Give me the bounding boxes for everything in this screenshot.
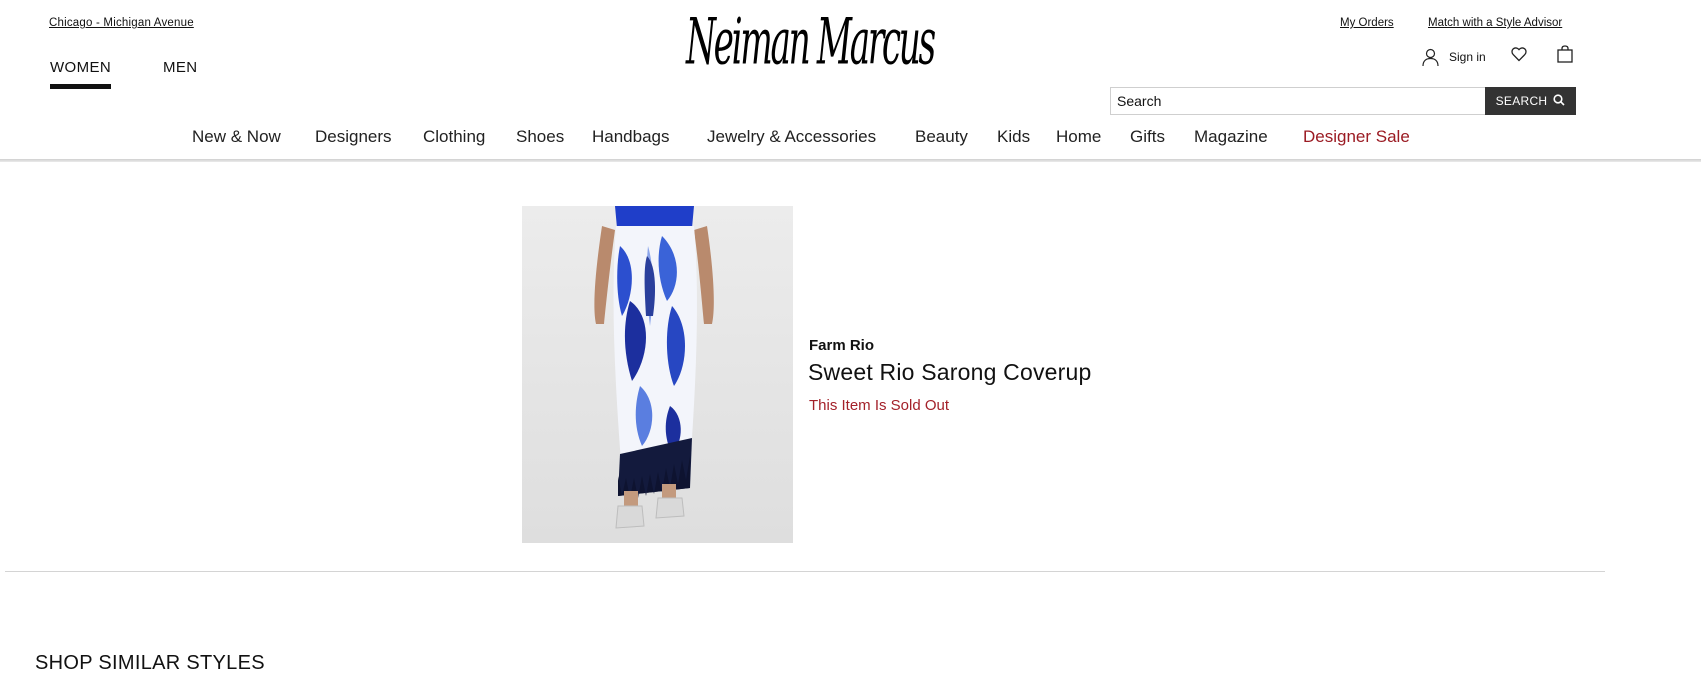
product-brand[interactable]: Farm Rio xyxy=(809,337,874,354)
product-name: Sweet Rio Sarong Coverup xyxy=(808,359,1092,385)
nav-item-new-now[interactable]: New & Now xyxy=(192,127,281,147)
similar-styles-heading: SHOP SIMILAR STYLES xyxy=(35,652,265,674)
nav-item-designers[interactable]: Designers xyxy=(315,127,392,147)
store-location-link[interactable]: Chicago - Michigan Avenue xyxy=(49,17,194,29)
header-divider xyxy=(0,159,1701,162)
nav-item-designer-sale[interactable]: Designer Sale xyxy=(1303,127,1410,147)
sign-in-label: Sign in xyxy=(1449,50,1486,64)
product-image[interactable] xyxy=(522,206,793,543)
heart-icon xyxy=(1511,47,1527,67)
nav-item-clothing[interactable]: Clothing xyxy=(423,127,485,147)
tab-women[interactable]: WOMEN xyxy=(50,59,111,76)
shopping-bag-button[interactable] xyxy=(1555,44,1575,68)
nav-item-magazine[interactable]: Magazine xyxy=(1194,127,1268,147)
content-divider xyxy=(5,571,1605,572)
shopping-bag-icon xyxy=(1557,44,1573,68)
tab-men[interactable]: MEN xyxy=(163,59,198,76)
sold-out-status: This Item Is Sold Out xyxy=(809,397,950,414)
sign-in-button[interactable]: Sign in xyxy=(1420,47,1486,67)
user-icon xyxy=(1420,47,1440,67)
nav-item-gifts[interactable]: Gifts xyxy=(1130,127,1165,147)
active-tab-indicator xyxy=(50,84,111,89)
nav-item-home[interactable]: Home xyxy=(1056,127,1101,147)
nav-item-handbags[interactable]: Handbags xyxy=(592,127,670,147)
search-input[interactable] xyxy=(1110,87,1486,115)
search-icon xyxy=(1553,93,1565,109)
wishlist-button[interactable] xyxy=(1509,47,1529,67)
search-button-label: SEARCH xyxy=(1495,94,1548,108)
site-logo[interactable]: Neiman Marcus xyxy=(686,0,936,84)
style-advisor-link[interactable]: Match with a Style Advisor xyxy=(1428,17,1562,29)
search-button[interactable]: SEARCH xyxy=(1485,87,1576,115)
nav-item-kids[interactable]: Kids xyxy=(997,127,1030,147)
category-nav: New & Now Designers Clothing Shoes Handb… xyxy=(0,127,1701,153)
nav-item-jewelry-accessories[interactable]: Jewelry & Accessories xyxy=(707,127,876,147)
nav-item-beauty[interactable]: Beauty xyxy=(915,127,968,147)
nav-item-shoes[interactable]: Shoes xyxy=(516,127,564,147)
logo-wordmark: Neiman Marcus xyxy=(686,5,936,79)
my-orders-link[interactable]: My Orders xyxy=(1340,17,1394,29)
